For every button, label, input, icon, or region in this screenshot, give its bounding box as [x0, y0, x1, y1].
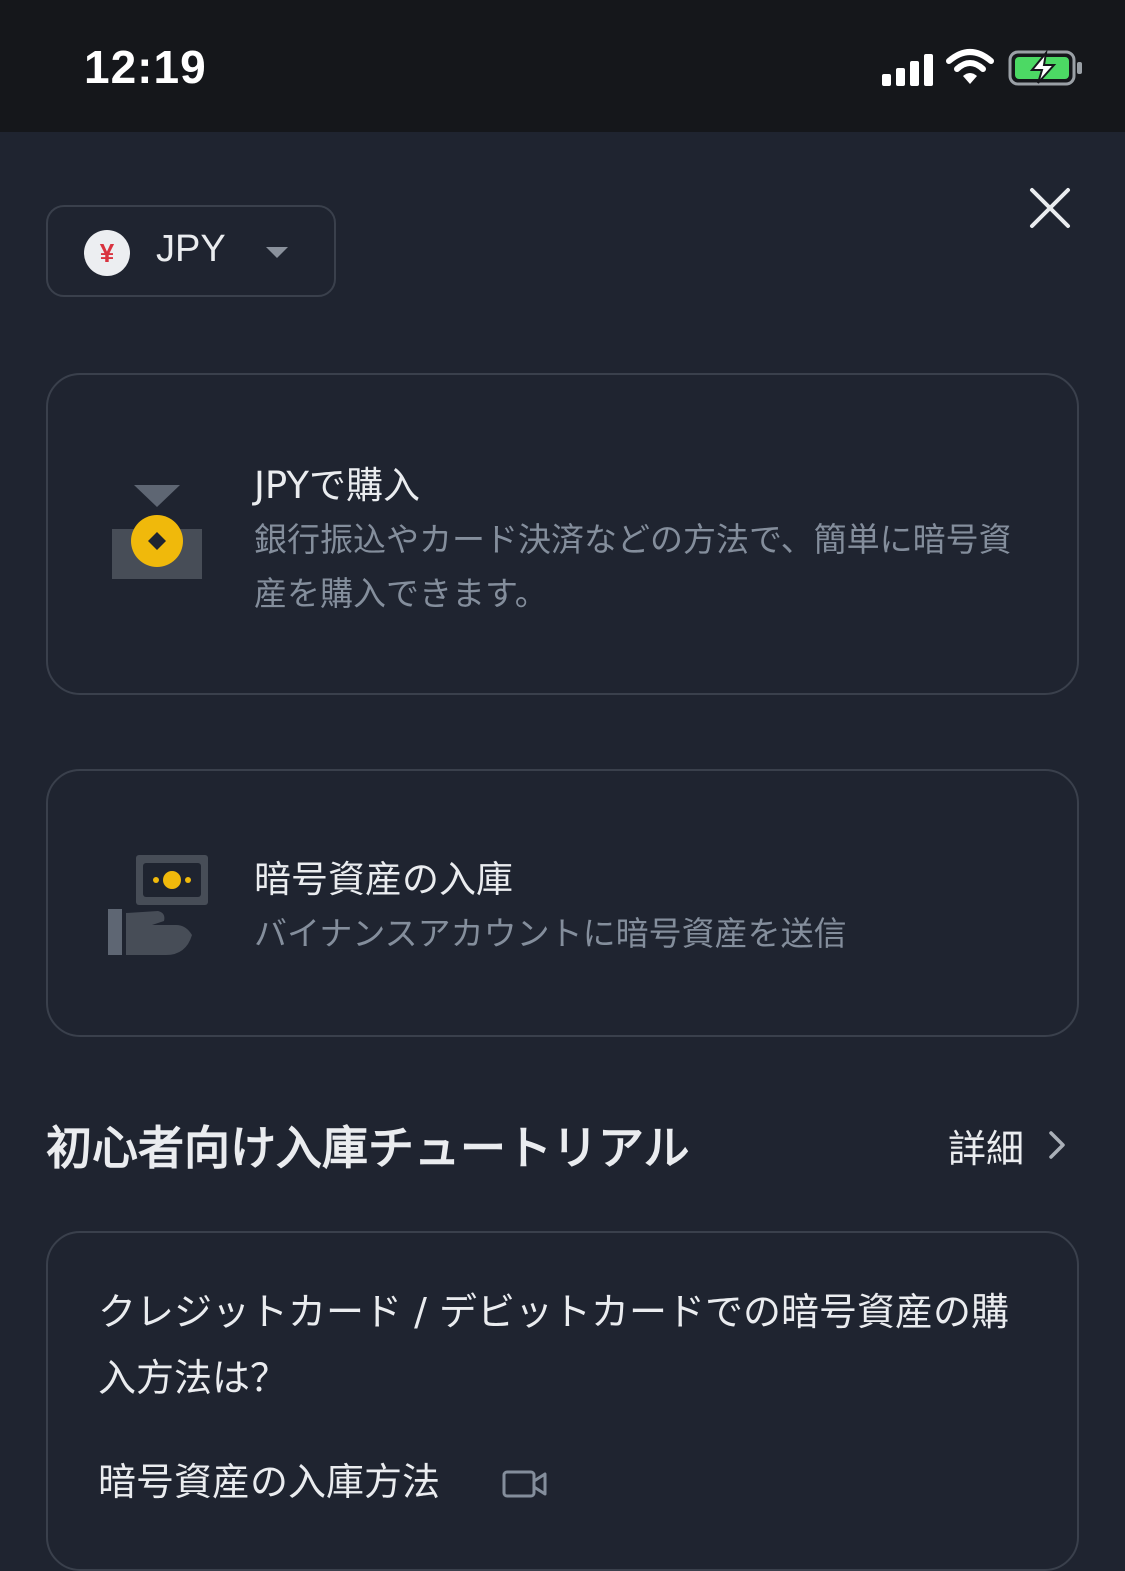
- tutorial-item-deposit-method[interactable]: 暗号資産の入庫方法: [98, 1451, 440, 1506]
- cellular-signal-icon: [882, 52, 934, 86]
- deposit-card-title: 暗号資産の入庫: [254, 858, 513, 901]
- status-time: 12:19: [84, 41, 207, 93]
- buy-card-title: JPYで購入: [254, 464, 421, 507]
- deposit-card-description: バイナンスアカウントに暗号資産を送信: [254, 914, 847, 953]
- deposit-hand-icon: [108, 855, 208, 955]
- yen-icon: ¥: [84, 230, 130, 276]
- close-button[interactable]: [1024, 182, 1076, 234]
- chevron-right-icon[interactable]: [1046, 1130, 1068, 1160]
- currency-label: JPY: [156, 228, 226, 270]
- buy-card-description: 銀行振込やカード決済などの方法で、簡単に暗号資産を購入できます。: [254, 520, 1012, 613]
- buy-with-jpy-card[interactable]: JPYで購入 銀行振込やカード決済などの方法で、簡単に暗号資産を購入できます。: [46, 373, 1079, 695]
- status-bar: 12:19: [0, 0, 1125, 132]
- deposit-crypto-card[interactable]: 暗号資産の入庫 バイナンスアカウントに暗号資産を送信: [46, 769, 1079, 1037]
- tutorial-more-link[interactable]: 詳細: [948, 1118, 1024, 1173]
- buy-coin-icon: [112, 485, 202, 579]
- tutorial-section-title: 初心者向け入庫チュートリアル: [46, 1121, 690, 1175]
- tutorial-card: クレジットカード / デビットカードでの暗号資産の購入方法は？ 暗号資産の入庫方…: [46, 1231, 1079, 1571]
- video-icon[interactable]: [502, 1469, 548, 1499]
- battery-charging-icon: [1008, 50, 1082, 86]
- caret-down-icon: [266, 247, 288, 258]
- currency-selector[interactable]: ¥ JPY: [46, 205, 336, 297]
- tutorial-item-card-purchase[interactable]: クレジットカード / デビットカードでの暗号資産の購入方法は？: [98, 1279, 1028, 1411]
- wifi-icon: [946, 49, 994, 84]
